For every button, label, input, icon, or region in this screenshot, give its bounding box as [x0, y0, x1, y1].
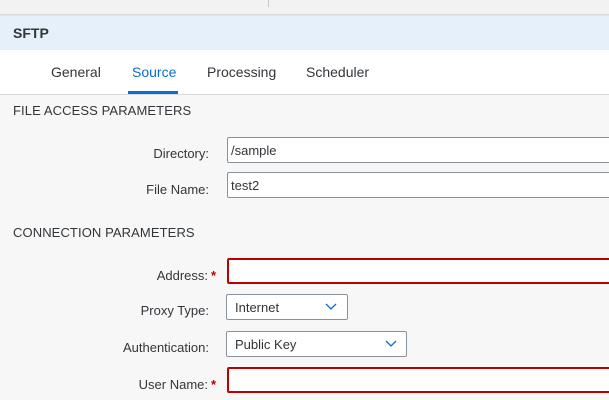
user-name-label: User Name: — [138, 377, 208, 392]
authentication-label: Authentication: — [122, 340, 209, 355]
top-strip — [0, 0, 609, 15]
file-name-input[interactable] — [227, 172, 609, 198]
authentication-selected-value: Public Key — [235, 337, 297, 352]
directory-input[interactable] — [227, 137, 609, 163]
connection-section-title: CONNECTION PARAMETERS — [13, 225, 195, 240]
proxy-type-label: Proxy Type: — [140, 303, 209, 318]
chevron-down-icon — [325, 303, 337, 310]
page-header: SFTP — [0, 15, 609, 50]
tab-scheduler[interactable]: Scheduler — [306, 64, 369, 80]
user-name-input[interactable] — [227, 367, 609, 393]
active-tab-indicator — [128, 91, 178, 94]
tab-processing[interactable]: Processing — [207, 64, 276, 80]
user-name-required-mark: * — [211, 377, 217, 392]
file-name-label: File Name: — [146, 182, 209, 197]
address-input[interactable] — [227, 258, 609, 284]
authentication-select[interactable]: Public Key — [226, 331, 407, 357]
tab-source[interactable]: Source — [132, 64, 176, 80]
proxy-type-select[interactable]: Internet — [226, 294, 348, 320]
proxy-type-selected-value: Internet — [235, 300, 280, 315]
address-required-mark: * — [211, 268, 217, 283]
tab-bar: General Source Processing Scheduler — [0, 50, 609, 95]
top-strip-divider — [268, 0, 269, 7]
directory-label: Directory: — [153, 146, 209, 161]
chevron-down-icon — [385, 340, 397, 347]
tab-general[interactable]: General — [51, 64, 101, 80]
page-title: SFTP — [13, 25, 49, 41]
file-access-section-title: FILE ACCESS PARAMETERS — [13, 103, 192, 118]
address-label: Address: — [156, 268, 208, 283]
